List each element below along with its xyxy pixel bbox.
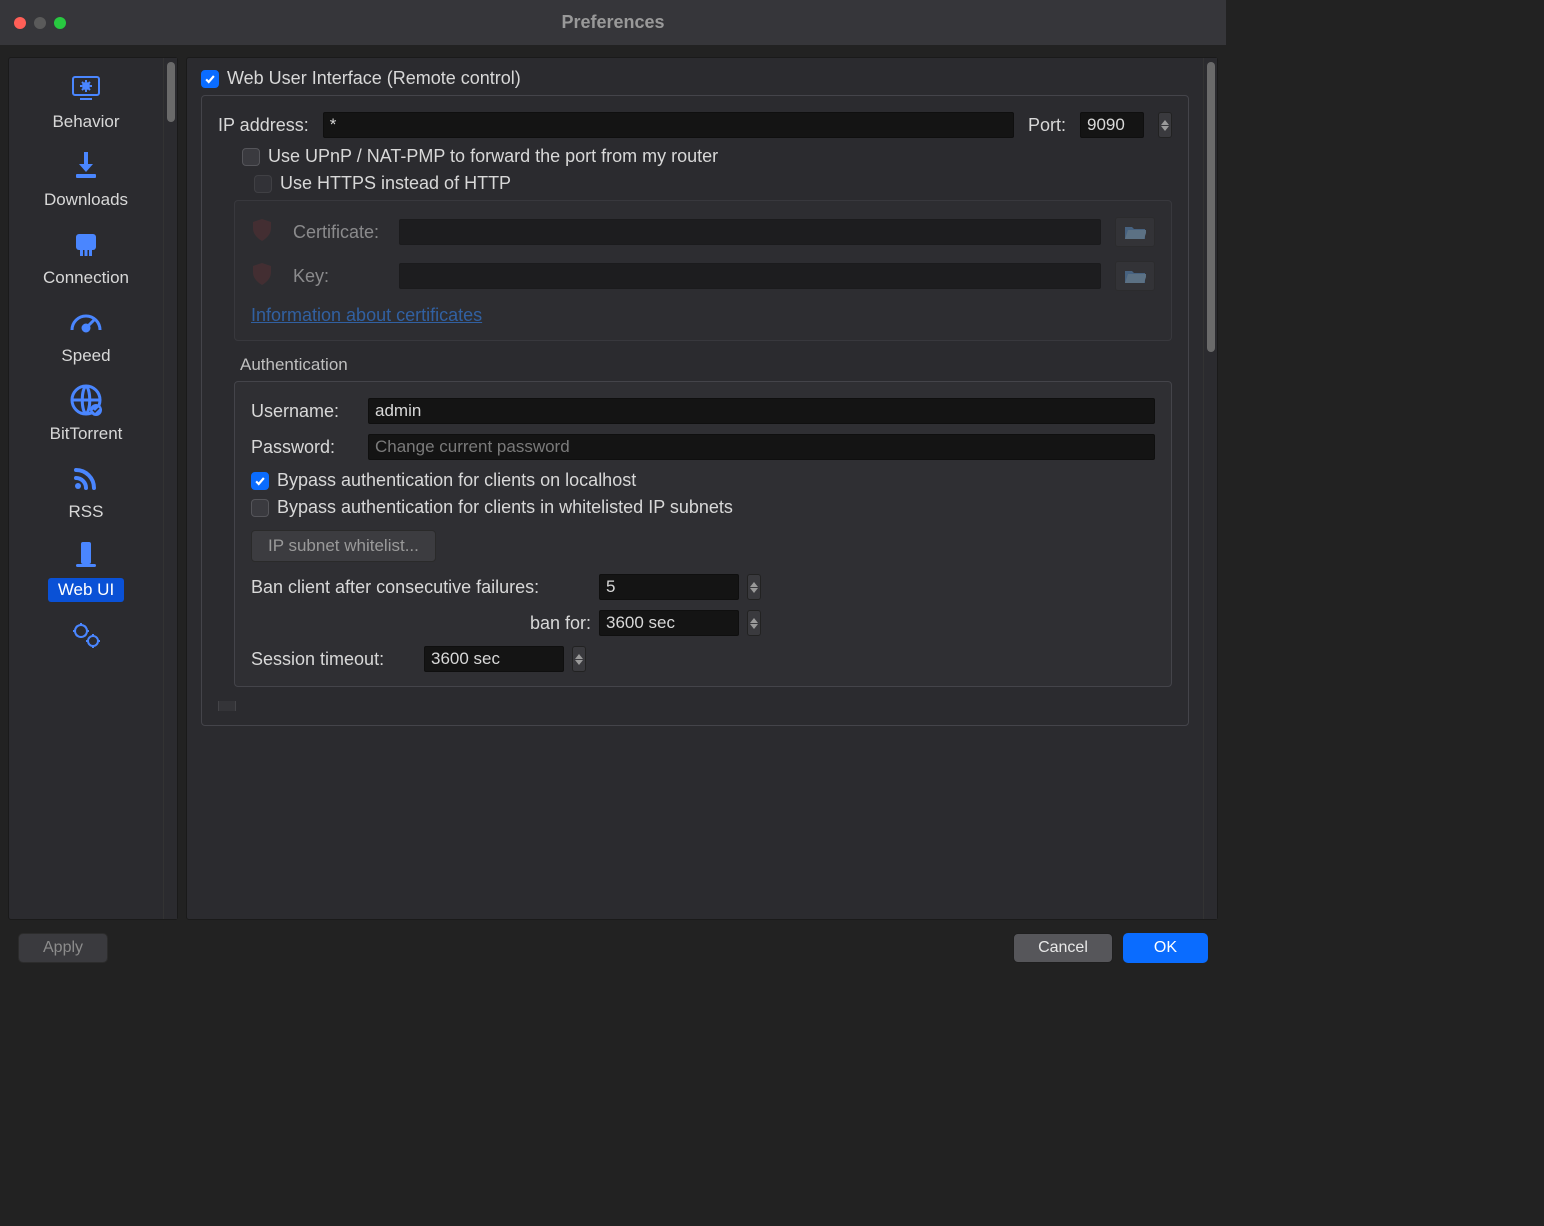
sidebar-item-label: Speed bbox=[51, 344, 120, 368]
sidebar-item-behavior[interactable]: Behavior bbox=[9, 62, 163, 140]
rss-icon bbox=[9, 456, 163, 500]
certificate-label: Certificate: bbox=[293, 222, 385, 243]
ban-failures-stepper[interactable] bbox=[747, 574, 761, 600]
bypass-localhost-label: Bypass authentication for clients on loc… bbox=[277, 470, 636, 491]
password-input[interactable] bbox=[368, 434, 1155, 460]
ban-for-stepper[interactable] bbox=[747, 610, 761, 636]
password-label: Password: bbox=[251, 437, 356, 458]
ip-address-label: IP address: bbox=[218, 115, 309, 136]
sidebar-item-label: Behavior bbox=[42, 110, 129, 134]
username-input[interactable] bbox=[368, 398, 1155, 424]
key-browse-button bbox=[1115, 261, 1155, 291]
sidebar-item-advanced[interactable] bbox=[9, 608, 163, 662]
cancel-button[interactable]: Cancel bbox=[1013, 933, 1113, 963]
port-input[interactable] bbox=[1080, 112, 1144, 138]
window-traffic-lights bbox=[14, 17, 66, 29]
session-timeout-label: Session timeout: bbox=[251, 649, 416, 670]
shield-icon bbox=[251, 262, 273, 291]
certificate-browse-button bbox=[1115, 217, 1155, 247]
upnp-label: Use UPnP / NAT-PMP to forward the port f… bbox=[268, 146, 718, 167]
apply-button[interactable]: Apply bbox=[18, 933, 108, 963]
sidebar-item-bittorrent[interactable]: BitTorrent bbox=[9, 374, 163, 452]
ban-failures-input[interactable] bbox=[599, 574, 739, 600]
ip-subnet-whitelist-button[interactable]: IP subnet whitelist... bbox=[251, 530, 436, 562]
preferences-main-panel: Web User Interface (Remote control) IP a… bbox=[186, 57, 1218, 920]
ban-failures-label: Ban client after consecutive failures: bbox=[251, 577, 591, 598]
ban-for-label: ban for: bbox=[251, 613, 591, 634]
preferences-sidebar: Behavior Downloads Connection Speed bbox=[8, 57, 178, 920]
sidebar-item-label: RSS bbox=[59, 500, 114, 524]
downloads-icon bbox=[9, 144, 163, 188]
sidebar-item-downloads[interactable]: Downloads bbox=[9, 140, 163, 218]
alt-webui-checkbox[interactable] bbox=[218, 701, 236, 711]
webui-icon bbox=[9, 534, 163, 578]
enable-webui-label: Web User Interface (Remote control) bbox=[227, 68, 521, 89]
use-https-label: Use HTTPS instead of HTTP bbox=[280, 173, 511, 194]
sidebar-scrollbar[interactable] bbox=[163, 58, 177, 919]
key-label: Key: bbox=[293, 266, 385, 287]
ip-address-input[interactable] bbox=[323, 112, 1014, 138]
enable-webui-checkbox[interactable] bbox=[201, 70, 219, 88]
dialog-footer: Apply Cancel OK bbox=[0, 920, 1226, 975]
sidebar-item-label: Connection bbox=[33, 266, 139, 290]
sidebar-item-webui[interactable]: Web UI bbox=[9, 530, 163, 608]
bypass-whitelist-label: Bypass authentication for clients in whi… bbox=[277, 497, 733, 518]
connection-icon bbox=[9, 222, 163, 266]
sidebar-item-label: Web UI bbox=[48, 578, 124, 602]
port-stepper[interactable] bbox=[1158, 112, 1172, 138]
session-timeout-input[interactable] bbox=[424, 646, 564, 672]
sidebar-scrollbar-thumb[interactable] bbox=[167, 62, 175, 122]
bypass-localhost-checkbox[interactable] bbox=[251, 472, 269, 490]
sidebar-item-label: Downloads bbox=[34, 188, 138, 212]
ban-for-input[interactable] bbox=[599, 610, 739, 636]
ok-button[interactable]: OK bbox=[1123, 933, 1208, 963]
window-title: Preferences bbox=[0, 12, 1226, 33]
bittorrent-icon bbox=[9, 378, 163, 422]
zoom-window-icon[interactable] bbox=[54, 17, 66, 29]
speed-icon bbox=[9, 300, 163, 344]
use-https-checkbox[interactable] bbox=[254, 175, 272, 193]
sidebar-item-rss[interactable]: RSS bbox=[9, 452, 163, 530]
sidebar-item-label: BitTorrent bbox=[40, 422, 133, 446]
upnp-checkbox[interactable] bbox=[242, 148, 260, 166]
titlebar: Preferences bbox=[0, 0, 1226, 45]
certificates-info-link[interactable]: Information about certificates bbox=[251, 305, 482, 325]
key-input bbox=[399, 263, 1101, 289]
behavior-icon bbox=[9, 66, 163, 110]
authentication-title: Authentication bbox=[240, 355, 1172, 375]
main-scrollbar-thumb[interactable] bbox=[1207, 62, 1215, 352]
certificate-input bbox=[399, 219, 1101, 245]
bypass-whitelist-checkbox[interactable] bbox=[251, 499, 269, 517]
advanced-icon bbox=[9, 612, 163, 656]
minimize-window-icon[interactable] bbox=[34, 17, 46, 29]
shield-icon bbox=[251, 218, 273, 247]
close-window-icon[interactable] bbox=[14, 17, 26, 29]
port-label: Port: bbox=[1028, 115, 1066, 136]
sidebar-item-speed[interactable]: Speed bbox=[9, 296, 163, 374]
session-timeout-stepper[interactable] bbox=[572, 646, 586, 672]
sidebar-item-connection[interactable]: Connection bbox=[9, 218, 163, 296]
username-label: Username: bbox=[251, 401, 356, 422]
main-scrollbar[interactable] bbox=[1203, 58, 1217, 919]
